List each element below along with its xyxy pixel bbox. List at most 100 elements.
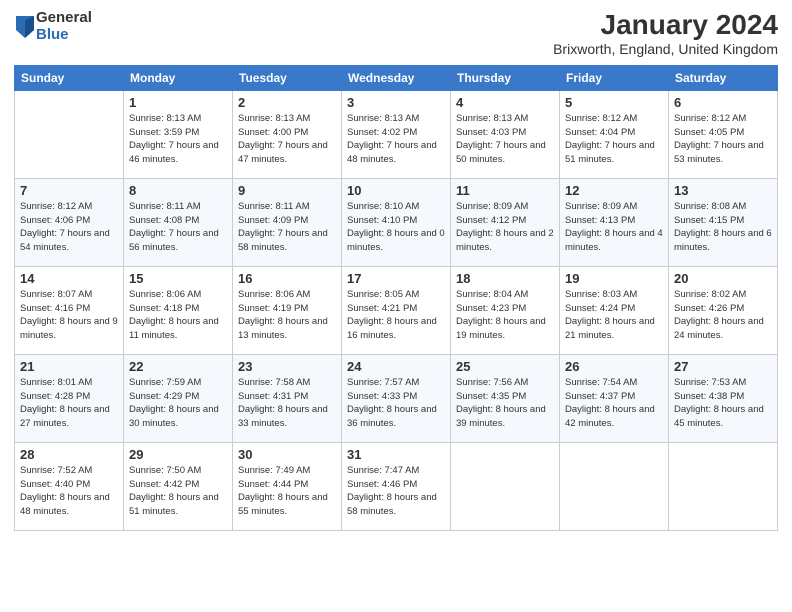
day-cell: 15 Sunrise: 8:06 AM Sunset: 4:18 PM Dayl… (124, 266, 233, 354)
day-info: Sunrise: 8:04 AM Sunset: 4:23 PM Dayligh… (456, 288, 554, 343)
sunrise: Sunrise: 8:04 AM (456, 289, 528, 300)
day-info: Sunrise: 8:12 AM Sunset: 4:06 PM Dayligh… (20, 200, 118, 255)
day-number: 24 (347, 359, 445, 374)
title-location: Brixworth, England, United Kingdom (553, 41, 778, 57)
daylight: Daylight: 8 hours and 13 minutes. (238, 316, 328, 341)
daylight: Daylight: 8 hours and 39 minutes. (456, 404, 546, 429)
day-number: 16 (238, 271, 336, 286)
sunrise: Sunrise: 8:12 AM (565, 113, 637, 124)
day-cell: 20 Sunrise: 8:02 AM Sunset: 4:26 PM Dayl… (669, 266, 778, 354)
sunset: Sunset: 4:26 PM (674, 303, 744, 314)
sunrise: Sunrise: 8:07 AM (20, 289, 92, 300)
day-cell: 17 Sunrise: 8:05 AM Sunset: 4:21 PM Dayl… (342, 266, 451, 354)
sunset: Sunset: 4:13 PM (565, 215, 635, 226)
day-number: 26 (565, 359, 663, 374)
day-number: 12 (565, 183, 663, 198)
week-row-2: 14 Sunrise: 8:07 AM Sunset: 4:16 PM Dayl… (15, 266, 778, 354)
sunset: Sunset: 4:31 PM (238, 391, 308, 402)
day-info: Sunrise: 7:57 AM Sunset: 4:33 PM Dayligh… (347, 376, 445, 431)
sunset: Sunset: 4:16 PM (20, 303, 90, 314)
sunrise: Sunrise: 7:56 AM (456, 377, 528, 388)
sunrise: Sunrise: 8:02 AM (674, 289, 746, 300)
sunset: Sunset: 4:03 PM (456, 127, 526, 138)
col-wednesday: Wednesday (342, 65, 451, 90)
day-cell: 29 Sunrise: 7:50 AM Sunset: 4:42 PM Dayl… (124, 442, 233, 530)
day-number: 20 (674, 271, 772, 286)
daylight: Daylight: 7 hours and 47 minutes. (238, 140, 328, 165)
day-info: Sunrise: 7:59 AM Sunset: 4:29 PM Dayligh… (129, 376, 227, 431)
day-info: Sunrise: 8:13 AM Sunset: 4:03 PM Dayligh… (456, 112, 554, 167)
sunrise: Sunrise: 8:09 AM (456, 201, 528, 212)
logo-icon (16, 16, 34, 38)
title-month: January 2024 (553, 10, 778, 41)
day-number: 13 (674, 183, 772, 198)
daylight: Daylight: 8 hours and 4 minutes. (565, 228, 663, 253)
sunset: Sunset: 4:05 PM (674, 127, 744, 138)
day-number: 7 (20, 183, 118, 198)
daylight: Daylight: 8 hours and 2 minutes. (456, 228, 554, 253)
sunrise: Sunrise: 7:50 AM (129, 465, 201, 476)
day-number: 27 (674, 359, 772, 374)
day-info: Sunrise: 8:08 AM Sunset: 4:15 PM Dayligh… (674, 200, 772, 255)
daylight: Daylight: 8 hours and 33 minutes. (238, 404, 328, 429)
day-cell: 30 Sunrise: 7:49 AM Sunset: 4:44 PM Dayl… (233, 442, 342, 530)
day-cell: 24 Sunrise: 7:57 AM Sunset: 4:33 PM Dayl… (342, 354, 451, 442)
day-info: Sunrise: 8:01 AM Sunset: 4:28 PM Dayligh… (20, 376, 118, 431)
day-number: 29 (129, 447, 227, 462)
sunrise: Sunrise: 7:49 AM (238, 465, 310, 476)
logo-general: General (36, 10, 92, 27)
col-tuesday: Tuesday (233, 65, 342, 90)
day-cell: 27 Sunrise: 7:53 AM Sunset: 4:38 PM Dayl… (669, 354, 778, 442)
week-row-1: 7 Sunrise: 8:12 AM Sunset: 4:06 PM Dayli… (15, 178, 778, 266)
day-number: 31 (347, 447, 445, 462)
sunset: Sunset: 4:18 PM (129, 303, 199, 314)
sunset: Sunset: 4:15 PM (674, 215, 744, 226)
day-cell: 31 Sunrise: 7:47 AM Sunset: 4:46 PM Dayl… (342, 442, 451, 530)
day-info: Sunrise: 8:02 AM Sunset: 4:26 PM Dayligh… (674, 288, 772, 343)
day-number: 18 (456, 271, 554, 286)
day-cell: 9 Sunrise: 8:11 AM Sunset: 4:09 PM Dayli… (233, 178, 342, 266)
day-info: Sunrise: 8:12 AM Sunset: 4:05 PM Dayligh… (674, 112, 772, 167)
daylight: Daylight: 8 hours and 19 minutes. (456, 316, 546, 341)
day-cell (669, 442, 778, 530)
sunrise: Sunrise: 7:58 AM (238, 377, 310, 388)
day-cell: 13 Sunrise: 8:08 AM Sunset: 4:15 PM Dayl… (669, 178, 778, 266)
daylight: Daylight: 8 hours and 24 minutes. (674, 316, 764, 341)
day-cell: 1 Sunrise: 8:13 AM Sunset: 3:59 PM Dayli… (124, 90, 233, 178)
day-cell: 26 Sunrise: 7:54 AM Sunset: 4:37 PM Dayl… (560, 354, 669, 442)
day-cell: 22 Sunrise: 7:59 AM Sunset: 4:29 PM Dayl… (124, 354, 233, 442)
day-info: Sunrise: 7:56 AM Sunset: 4:35 PM Dayligh… (456, 376, 554, 431)
day-cell: 16 Sunrise: 8:06 AM Sunset: 4:19 PM Dayl… (233, 266, 342, 354)
sunrise: Sunrise: 8:10 AM (347, 201, 419, 212)
day-number: 3 (347, 95, 445, 110)
daylight: Daylight: 7 hours and 56 minutes. (129, 228, 219, 253)
daylight: Daylight: 8 hours and 11 minutes. (129, 316, 219, 341)
day-cell: 25 Sunrise: 7:56 AM Sunset: 4:35 PM Dayl… (451, 354, 560, 442)
sunrise: Sunrise: 8:12 AM (20, 201, 92, 212)
day-info: Sunrise: 7:49 AM Sunset: 4:44 PM Dayligh… (238, 464, 336, 519)
daylight: Daylight: 7 hours and 51 minutes. (565, 140, 655, 165)
daylight: Daylight: 8 hours and 58 minutes. (347, 492, 437, 517)
sunrise: Sunrise: 7:59 AM (129, 377, 201, 388)
sunrise: Sunrise: 8:05 AM (347, 289, 419, 300)
day-cell: 28 Sunrise: 7:52 AM Sunset: 4:40 PM Dayl… (15, 442, 124, 530)
day-cell: 2 Sunrise: 8:13 AM Sunset: 4:00 PM Dayli… (233, 90, 342, 178)
col-thursday: Thursday (451, 65, 560, 90)
sunset: Sunset: 4:00 PM (238, 127, 308, 138)
day-cell: 8 Sunrise: 8:11 AM Sunset: 4:08 PM Dayli… (124, 178, 233, 266)
day-number: 30 (238, 447, 336, 462)
sunrise: Sunrise: 8:13 AM (238, 113, 310, 124)
logo: General Blue (14, 10, 92, 43)
sunset: Sunset: 4:12 PM (456, 215, 526, 226)
sunset: Sunset: 4:33 PM (347, 391, 417, 402)
sunset: Sunset: 4:02 PM (347, 127, 417, 138)
day-cell: 21 Sunrise: 8:01 AM Sunset: 4:28 PM Dayl… (15, 354, 124, 442)
daylight: Daylight: 7 hours and 53 minutes. (674, 140, 764, 165)
col-monday: Monday (124, 65, 233, 90)
sunrise: Sunrise: 8:11 AM (129, 201, 201, 212)
daylight: Daylight: 7 hours and 58 minutes. (238, 228, 328, 253)
sunrise: Sunrise: 7:53 AM (674, 377, 746, 388)
daylight: Daylight: 8 hours and 36 minutes. (347, 404, 437, 429)
sunset: Sunset: 4:04 PM (565, 127, 635, 138)
daylight: Daylight: 7 hours and 48 minutes. (347, 140, 437, 165)
